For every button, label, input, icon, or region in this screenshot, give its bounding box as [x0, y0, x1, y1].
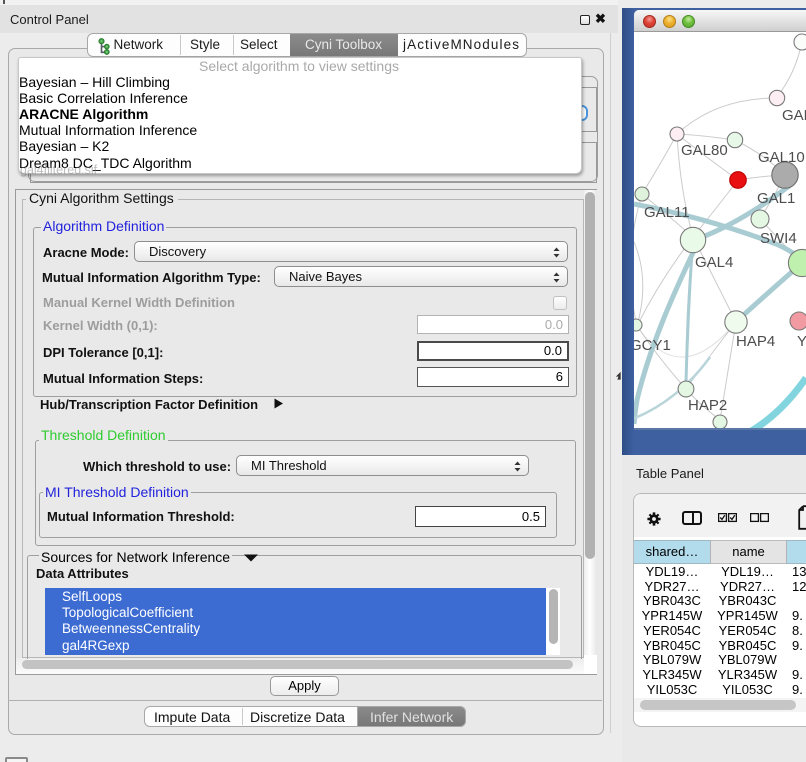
svg-text:GAL10: GAL10 — [758, 149, 805, 166]
svg-text:GAL11: GAL11 — [644, 204, 690, 221]
svg-text:GAL80: GAL80 — [681, 142, 728, 159]
svg-text:GCY1: GCY1 — [634, 337, 671, 354]
svg-text:YJ: YJ — [797, 333, 806, 350]
svg-text:HAP2: HAP2 — [688, 397, 727, 414]
svg-text:GAL1: GAL1 — [757, 190, 795, 207]
svg-text:SWI4: SWI4 — [760, 230, 797, 247]
svg-text:GAL4: GAL4 — [695, 254, 733, 271]
svg-text:HAP4: HAP4 — [736, 333, 775, 350]
svg-text:GAL7: GAL7 — [782, 107, 806, 124]
